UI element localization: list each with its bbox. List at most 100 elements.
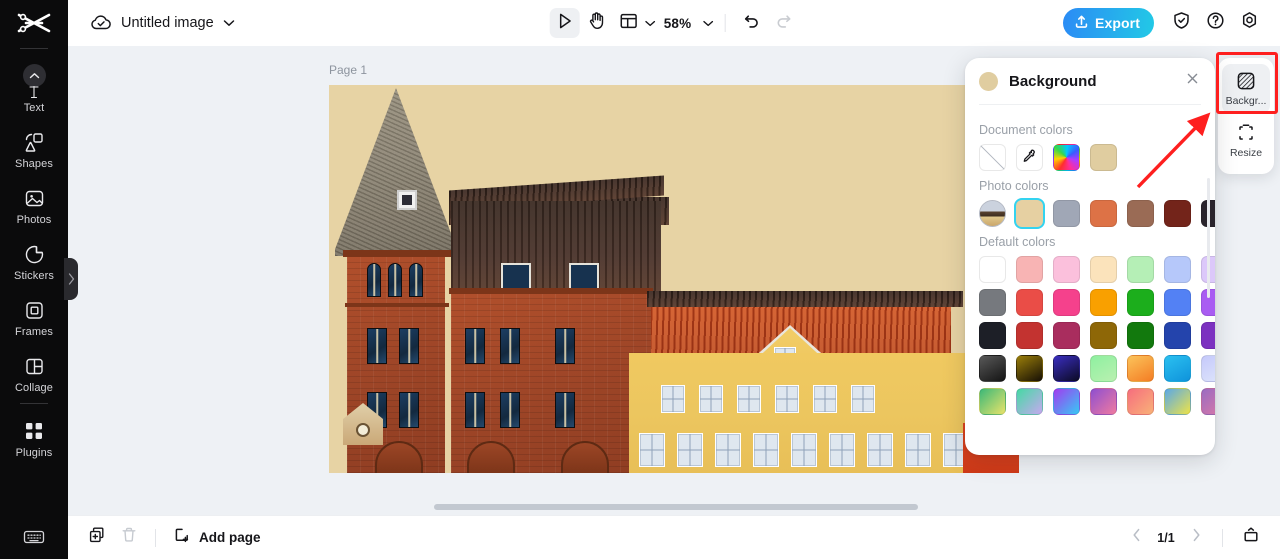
sidebar-item-plugins[interactable]: Plugins [0, 410, 68, 466]
default-colors-row [979, 322, 1215, 349]
gradient-violet-rose[interactable] [1090, 388, 1117, 415]
canvas-page[interactable] [329, 85, 1019, 473]
sidebar-collapse-handle[interactable] [64, 258, 78, 300]
export-button[interactable]: Export [1063, 8, 1154, 38]
photo-colors-title: Photo colors [979, 179, 1049, 193]
default-dark-green[interactable] [1127, 322, 1154, 349]
document-title-group[interactable]: Untitled image [90, 14, 235, 32]
present-button[interactable] [1236, 523, 1266, 553]
undo-button[interactable] [736, 8, 766, 38]
default-light-pink[interactable] [1053, 256, 1080, 283]
chevron-down-icon[interactable] [702, 14, 713, 32]
help-circle-icon [1206, 11, 1225, 35]
document-colors-title: Document colors [979, 123, 1073, 137]
add-page-button[interactable]: Add page [167, 526, 267, 549]
color-picker-swatch[interactable] [1053, 144, 1080, 171]
close-panel-button[interactable] [1181, 70, 1203, 92]
settings-button[interactable] [1234, 8, 1264, 38]
photo-color-tan[interactable] [1016, 200, 1043, 227]
next-page-button[interactable] [1183, 525, 1209, 551]
duplicate-page-button[interactable] [82, 523, 112, 553]
chevron-left-icon [1132, 528, 1141, 547]
default-blue[interactable] [1164, 289, 1191, 316]
shield-button[interactable] [1166, 8, 1196, 38]
default-gray[interactable] [979, 289, 1006, 316]
default-orange[interactable] [1090, 289, 1117, 316]
default-white[interactable] [979, 256, 1006, 283]
gradient-green-mint[interactable] [1090, 355, 1117, 382]
gradient-orange[interactable] [1127, 355, 1154, 382]
chevron-down-icon[interactable] [223, 19, 235, 27]
sidebar-item-text[interactable]: Text [0, 55, 68, 121]
resize-tool-button[interactable]: Resize [1222, 116, 1270, 166]
zoom-control[interactable]: 58% [658, 14, 714, 32]
select-tool-button[interactable] [549, 8, 580, 38]
previous-page-button[interactable] [1123, 525, 1149, 551]
gradient-plum-rose[interactable] [1201, 388, 1215, 415]
eyedropper-swatch[interactable] [1016, 144, 1043, 171]
default-light-green[interactable] [1127, 256, 1154, 283]
default-light-blue[interactable] [1164, 256, 1191, 283]
default-magenta[interactable] [1053, 322, 1080, 349]
layout-tool-button[interactable] [614, 8, 656, 38]
redo-button[interactable] [768, 8, 798, 38]
delete-page-button[interactable] [114, 523, 144, 553]
photo-color-dark-red[interactable] [1164, 200, 1191, 227]
gradient-indigo-black[interactable] [1053, 355, 1080, 382]
sidebar-item-frames[interactable]: Frames [0, 289, 68, 345]
sidebar-item-label: Shapes [15, 158, 53, 170]
sidebar-item-photos[interactable]: Photos [0, 177, 68, 233]
chevron-right-icon [68, 273, 75, 285]
gradient-gold-black[interactable] [1016, 355, 1043, 382]
sidebar-item-stickers[interactable]: Stickers [0, 233, 68, 289]
keyboard-shortcuts-icon[interactable] [22, 525, 46, 549]
default-green[interactable] [1127, 289, 1154, 316]
panel-scrollbar[interactable] [1207, 178, 1210, 298]
capcut-logo[interactable] [0, 0, 68, 46]
hand-tool-button[interactable] [582, 8, 612, 38]
gradient-mint-lilac[interactable] [1016, 388, 1043, 415]
gradient-cyan-blue[interactable] [1164, 355, 1191, 382]
default-pink[interactable] [1053, 289, 1080, 316]
gradient-salmon-peach[interactable] [1127, 388, 1154, 415]
default-violet[interactable] [1201, 322, 1215, 349]
sidebar-item-label: Plugins [15, 447, 53, 459]
photo-color-brown[interactable] [1127, 200, 1154, 227]
background-tool-button[interactable]: Backgr... [1222, 64, 1270, 114]
artwork-window [465, 392, 485, 428]
photo-thumbnail-swatch[interactable] [979, 200, 1006, 227]
artwork-window [753, 433, 779, 467]
artwork-window [699, 385, 723, 413]
photo-color-orange[interactable] [1090, 200, 1117, 227]
gradient-blue-yellow[interactable] [1164, 388, 1191, 415]
document-title[interactable]: Untitled image [121, 15, 214, 31]
default-olive[interactable] [1090, 322, 1117, 349]
sidebar-item-collage[interactable]: Collage [0, 345, 68, 401]
help-button[interactable] [1200, 8, 1230, 38]
gradient-green-yellow[interactable] [979, 388, 1006, 415]
horizontal-scrollbar[interactable] [434, 504, 918, 510]
sidebar-item-shapes[interactable]: Shapes [0, 121, 68, 177]
sidebar-item-label: Text [23, 102, 45, 114]
artwork-window [639, 433, 665, 467]
zoom-level-value[interactable]: 58% [658, 16, 696, 31]
gradient-lavender[interactable] [1201, 355, 1215, 382]
no-color-swatch[interactable] [979, 144, 1006, 171]
default-black[interactable] [979, 322, 1006, 349]
default-navy[interactable] [1164, 322, 1191, 349]
document-color-tan[interactable] [1090, 144, 1117, 171]
default-light-salmon[interactable] [1016, 256, 1043, 283]
default-red[interactable] [1016, 289, 1043, 316]
default-light-peach[interactable] [1090, 256, 1117, 283]
settings-gear-icon [1240, 11, 1259, 35]
artwork-tower-band [345, 303, 449, 307]
default-colors-row [979, 355, 1215, 382]
photo-color-gray-blue[interactable] [1053, 200, 1080, 227]
gradient-purple-cyan[interactable] [1053, 388, 1080, 415]
layout-grid-button[interactable] [614, 8, 644, 38]
default-dark-red[interactable] [1016, 322, 1043, 349]
current-background-swatch[interactable] [979, 71, 998, 91]
chevron-down-icon[interactable] [645, 14, 656, 32]
artwork-dormer-window [397, 190, 417, 210]
gradient-black[interactable] [979, 355, 1006, 382]
